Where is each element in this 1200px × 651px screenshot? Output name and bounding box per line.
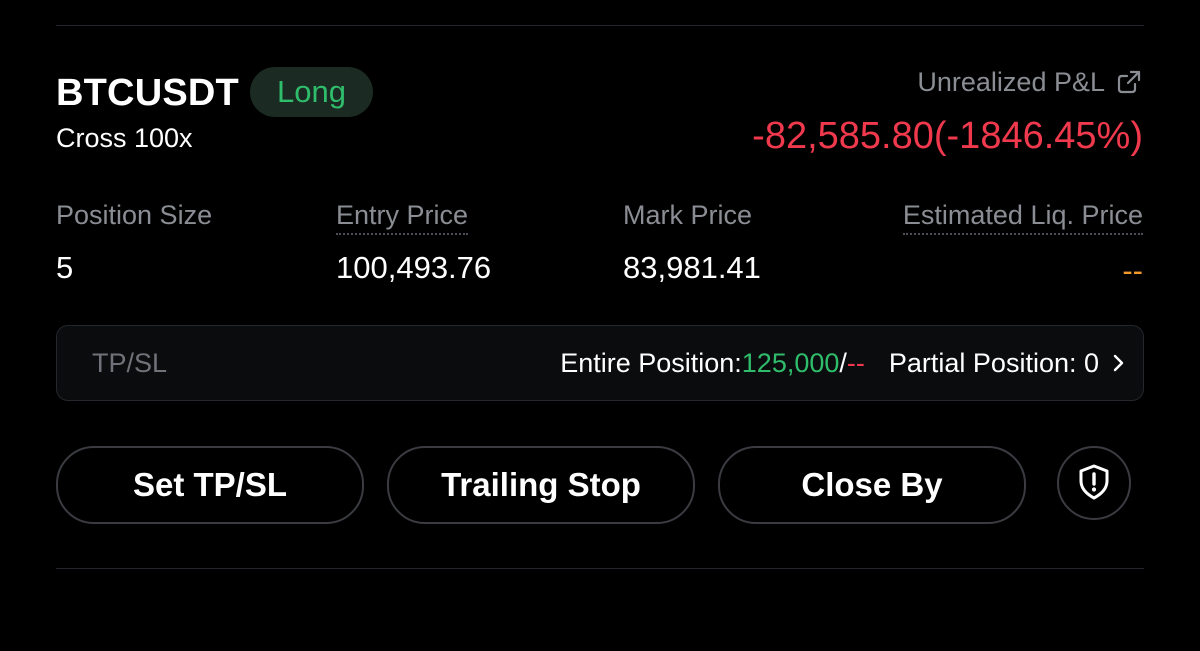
entry-price-value: 100,493.76 (336, 250, 492, 285)
tpsl-summary: Entire Position: 125,000 / -- Partial Po… (560, 346, 1099, 380)
external-link-icon[interactable] (1115, 68, 1143, 96)
mark-price-value: 83,981.41 (623, 250, 761, 285)
tpsl-title: TP/SL (92, 348, 168, 378)
margin-mode: Cross 100x (56, 123, 193, 153)
liq-price-value: -- (1122, 253, 1143, 288)
bottom-divider (56, 568, 1144, 569)
risk-protection-button[interactable] (1057, 446, 1131, 520)
entry-price-label[interactable]: Entry Price (336, 198, 469, 235)
trailing-stop-button[interactable]: Trailing Stop (387, 446, 695, 524)
partial-position-label: Partial Position: 0 (888, 348, 1099, 378)
shield-alert-icon (1074, 462, 1114, 505)
chevron-right-icon[interactable] (1111, 351, 1127, 380)
take-profit-value: 125,000 (741, 348, 840, 378)
liq-price-label[interactable]: Estimated Liq. Price (902, 198, 1143, 235)
position-size-value: 5 (56, 250, 74, 285)
unrealized-pnl-header[interactable]: Unrealized P&L (917, 64, 1143, 100)
entire-position-label: Entire Position: (560, 348, 742, 378)
set-tpsl-button[interactable]: Set TP/SL (56, 446, 364, 524)
tpsl-panel[interactable]: TP/SL Entire Position: 125,000 / -- Part… (56, 325, 1144, 401)
mark-price-label: Mark Price (623, 200, 753, 230)
position-symbol[interactable]: BTCUSDT (56, 71, 239, 115)
unrealized-pnl-value: -82,585.80(-1846.45%) (752, 115, 1143, 157)
side-badge: Long (250, 67, 373, 117)
close-by-button[interactable]: Close By (718, 446, 1026, 524)
top-divider (56, 25, 1144, 26)
position-size-label: Position Size (56, 200, 213, 230)
tpsl-separator: / (839, 348, 847, 378)
unrealized-pnl-label: Unrealized P&L (917, 67, 1105, 97)
stop-loss-value: -- (846, 348, 865, 378)
